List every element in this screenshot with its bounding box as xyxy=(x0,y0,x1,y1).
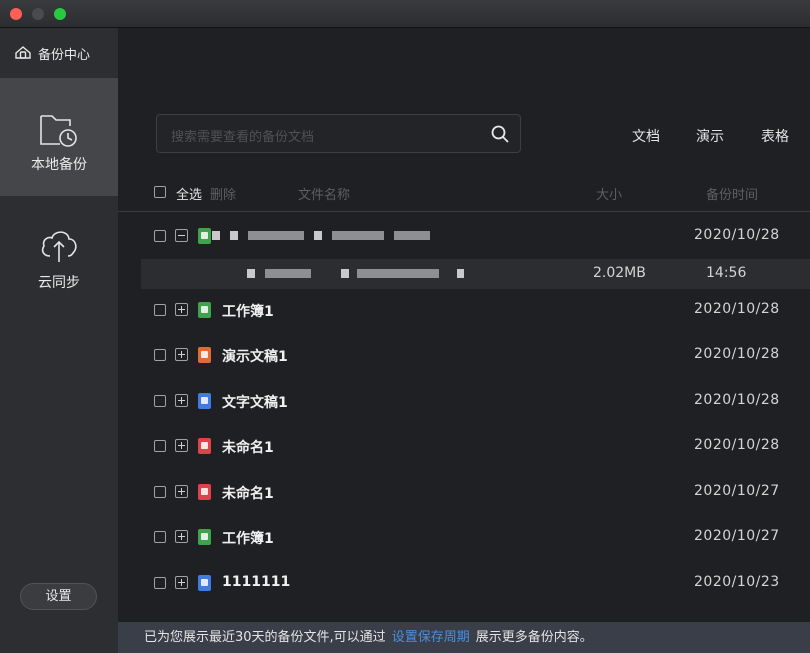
row-checkbox[interactable] xyxy=(154,349,166,361)
column-header-time: 备份时间 xyxy=(706,188,759,203)
title-bar xyxy=(0,0,810,28)
select-all-checkbox[interactable] xyxy=(154,186,166,198)
expand-icon[interactable] xyxy=(175,439,188,452)
search-box[interactable]: 搜索需要查看的备份文档 xyxy=(156,114,521,153)
table-row[interactable]: 工作簿1 2020/10/27 xyxy=(118,522,810,552)
collapse-icon[interactable] xyxy=(175,229,188,242)
backup-date: 2020/10/28 xyxy=(694,437,780,453)
search-icon[interactable] xyxy=(490,124,510,144)
row-checkbox[interactable] xyxy=(154,486,166,498)
file-size: 2.02MB xyxy=(593,265,646,281)
table-row[interactable]: 未命名1 2020/10/28 xyxy=(118,431,810,461)
file-name: 演示文稿1 xyxy=(222,349,288,365)
backup-center-icon xyxy=(15,46,31,59)
redacted-text xyxy=(341,269,349,278)
file-name: 工作簿1 xyxy=(222,531,274,547)
row-checkbox[interactable] xyxy=(154,395,166,407)
column-header-size: 大小 xyxy=(596,188,623,203)
redacted-text xyxy=(230,231,238,240)
file-name: 工作簿1 xyxy=(222,304,274,320)
expand-icon[interactable] xyxy=(175,485,188,498)
redacted-text xyxy=(457,269,464,278)
folder-clock-icon xyxy=(40,115,77,147)
filter-presentations[interactable]: 演示 xyxy=(696,126,724,146)
backup-time: 14:56 xyxy=(706,265,747,281)
search-input[interactable]: 搜索需要查看的备份文档 xyxy=(171,126,314,145)
table-row[interactable]: 演示文稿1 2020/10/28 xyxy=(118,340,810,370)
row-checkbox[interactable] xyxy=(154,531,166,543)
sidebar-item-label: 云同步 xyxy=(38,275,80,291)
table-row[interactable]: 工作簿1 2020/10/28 xyxy=(118,295,810,325)
redacted-text xyxy=(248,231,304,240)
file-name: 1111111 xyxy=(222,574,291,590)
document-file-icon xyxy=(198,575,211,591)
redacted-text xyxy=(394,231,430,240)
backup-date: 2020/10/28 xyxy=(694,301,780,317)
spreadsheet-file-icon xyxy=(198,228,211,244)
sidebar-item-label: 本地备份 xyxy=(31,157,87,173)
brand: 备份中心 xyxy=(0,28,118,78)
redacted-text xyxy=(314,231,322,240)
redacted-text xyxy=(265,269,311,278)
file-name: 未命名1 xyxy=(222,486,274,502)
expand-icon[interactable] xyxy=(175,303,188,316)
table-row[interactable]: 2020/10/28 xyxy=(118,221,810,251)
retention-settings-link[interactable]: 设置保存周期 xyxy=(392,630,470,645)
table-header: 全选 删除 文件名称 大小 备份时间 xyxy=(118,178,810,212)
expand-icon[interactable] xyxy=(175,348,188,361)
file-name: 未命名1 xyxy=(222,440,274,456)
row-checkbox[interactable] xyxy=(154,230,166,242)
brand-title: 备份中心 xyxy=(38,47,91,63)
row-checkbox[interactable] xyxy=(154,304,166,316)
table-row[interactable]: 未命名1 2020/10/27 xyxy=(118,477,810,507)
footer-notice: 已为您展示最近30天的备份文件,可以通过 设置保存周期 展示更多备份内容。 xyxy=(118,622,810,653)
backup-date: 2020/10/27 xyxy=(694,528,780,544)
document-file-icon xyxy=(198,393,211,409)
table-row[interactable]: 1111111 2020/10/23 xyxy=(118,568,810,598)
select-all-label[interactable]: 全选 xyxy=(176,184,202,203)
backup-date: 2020/10/28 xyxy=(694,227,780,243)
presentation-file-icon xyxy=(198,347,211,363)
table-row[interactable]: 文字文稿1 2020/10/28 xyxy=(118,386,810,416)
expand-icon[interactable] xyxy=(175,530,188,543)
sidebar-item-cloud-sync[interactable]: 云同步 xyxy=(0,214,118,314)
sidebar: 备份中心 本地备份 云同步 设置 xyxy=(0,28,118,653)
redacted-text xyxy=(357,269,439,278)
redacted-text xyxy=(247,269,255,278)
sidebar-item-local-backup[interactable]: 本地备份 xyxy=(0,78,118,196)
filter-documents[interactable]: 文档 xyxy=(632,126,660,146)
close-window-button[interactable] xyxy=(10,8,22,20)
column-header-name: 文件名称 xyxy=(298,188,351,203)
row-checkbox[interactable] xyxy=(154,577,166,589)
settings-button[interactable]: 设置 xyxy=(20,583,97,610)
maximize-window-button[interactable] xyxy=(54,8,66,20)
backup-date: 2020/10/23 xyxy=(694,574,780,590)
backup-version-row[interactable]: 2.02MB 14:56 xyxy=(141,259,810,289)
file-name: 文字文稿1 xyxy=(222,395,288,411)
redacted-text xyxy=(212,231,220,240)
spreadsheet-file-icon xyxy=(198,529,211,545)
pdf-file-icon xyxy=(198,438,211,454)
expand-icon[interactable] xyxy=(175,576,188,589)
pdf-file-icon xyxy=(198,484,211,500)
spreadsheet-file-icon xyxy=(198,302,211,318)
expand-icon[interactable] xyxy=(175,394,188,407)
cloud-upload-icon xyxy=(41,231,77,262)
footer-text: 已为您展示最近30天的备份文件,可以通过 xyxy=(144,630,386,645)
backup-date: 2020/10/27 xyxy=(694,483,780,499)
filter-spreadsheets[interactable]: 表格 xyxy=(761,126,789,146)
row-checkbox[interactable] xyxy=(154,440,166,452)
footer-text: 展示更多备份内容。 xyxy=(475,630,593,645)
delete-button[interactable]: 删除 xyxy=(210,184,236,203)
main-panel: 搜索需要查看的备份文档 文档 演示 表格 全选 删除 文件名称 大小 备份时间 … xyxy=(118,28,810,625)
backup-date: 2020/10/28 xyxy=(694,346,780,362)
backup-date: 2020/10/28 xyxy=(694,392,780,408)
redacted-text xyxy=(332,231,384,240)
minimize-window-button[interactable] xyxy=(32,8,44,20)
